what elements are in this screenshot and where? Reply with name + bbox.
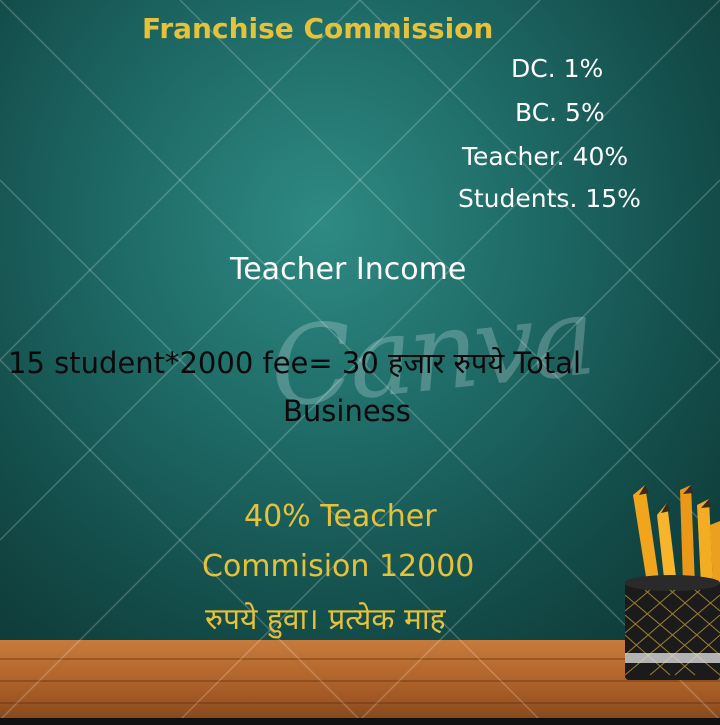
teacher-income-title: Teacher Income bbox=[230, 252, 467, 287]
total-business-line-1: 15 student*2000 fee= 30 हजार रुपये Total bbox=[8, 346, 582, 380]
commission-item-dc: DC. 1% bbox=[511, 54, 604, 83]
total-business-line-2: Business bbox=[283, 394, 411, 428]
wooden-desk bbox=[0, 640, 720, 725]
teacher-commission-line-2: Commision 12000 bbox=[202, 549, 475, 584]
bottom-edge-bar bbox=[0, 718, 720, 725]
commission-item-teacher: Teacher. 40% bbox=[462, 142, 629, 171]
teacher-commission-line-1: 40% Teacher bbox=[244, 499, 437, 534]
franchise-commission-title: Franchise Commission bbox=[142, 12, 494, 45]
teacher-commission-line-3: रुपये हुवा। प्रत्येक माह bbox=[205, 602, 446, 637]
commission-item-bc: BC. 5% bbox=[515, 98, 605, 127]
pencil-cup-icon bbox=[625, 485, 720, 680]
commission-item-students: Students. 15% bbox=[458, 184, 641, 213]
